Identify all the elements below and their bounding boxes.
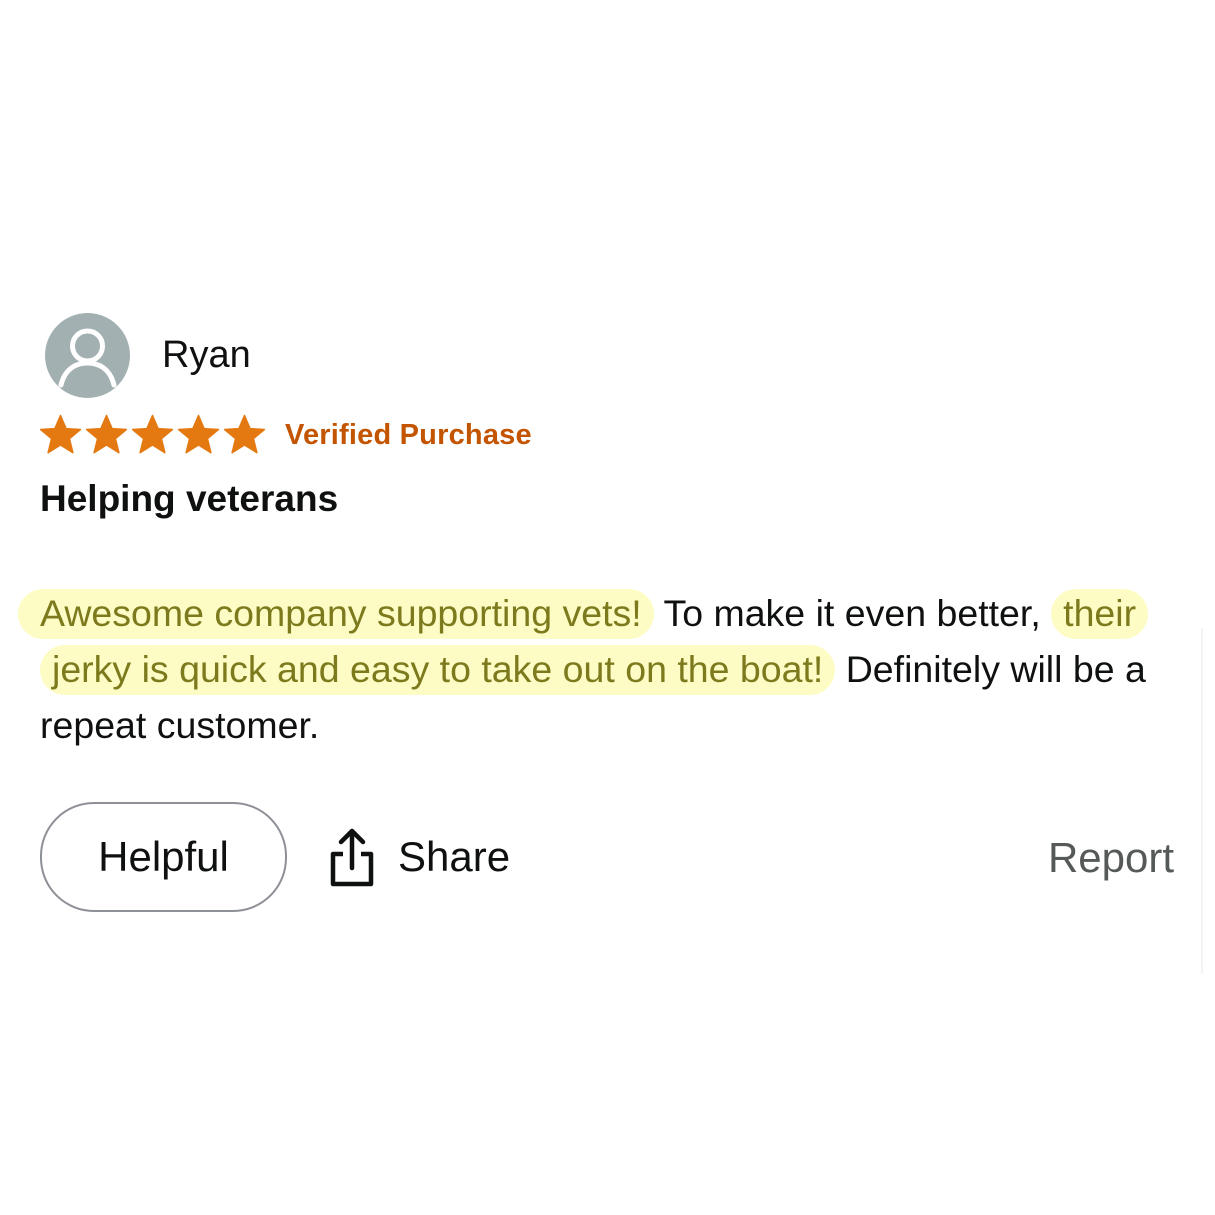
reviewer-name[interactable]: Ryan <box>162 333 251 377</box>
report-link[interactable]: Report <box>1048 832 1174 884</box>
review-body: Awesome company supporting vets! To make… <box>18 585 1190 753</box>
share-icon <box>330 828 374 887</box>
star-icon <box>223 414 266 454</box>
body-text: To make it even better, <box>653 592 1041 634</box>
star-icon <box>39 414 82 454</box>
share-label: Share <box>398 833 511 880</box>
helpful-button[interactable]: Helpful <box>40 802 287 912</box>
star-icon <box>131 414 174 454</box>
star-icon <box>85 414 128 454</box>
user-silhouette-icon <box>58 328 117 388</box>
rating-row: Verified Purchase <box>38 413 532 457</box>
highlighted-text: Awesome company supporting vets! <box>18 589 654 639</box>
star-rating[interactable] <box>38 414 267 456</box>
review-title: Helping veterans <box>40 478 339 519</box>
verified-purchase-badge: Verified Purchase <box>285 419 532 451</box>
share-button[interactable]: Share <box>328 826 510 888</box>
review-card: Ryan Verified Purchase Helping veterans … <box>0 0 1215 1215</box>
scroll-edge-divider <box>1201 628 1203 974</box>
star-icon <box>177 414 220 454</box>
avatar <box>45 313 130 398</box>
